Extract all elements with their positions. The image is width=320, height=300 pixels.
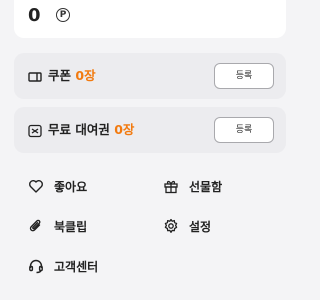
points-balance: 0 [28, 5, 41, 26]
free-rental-title: 무료 대여권 [48, 122, 110, 137]
free-rental-register-button[interactable]: 등록 [214, 117, 274, 143]
menu-likes-label: 좋아요 [54, 179, 88, 194]
menu-settings[interactable]: 설정 [163, 216, 211, 236]
free-rental-count: 0장 [114, 122, 135, 137]
menu-support[interactable]: 고객센터 [28, 256, 98, 276]
menu-gift-box[interactable]: 선물함 [163, 176, 222, 196]
heart-icon [28, 178, 44, 194]
gear-icon [163, 218, 179, 234]
headset-icon [28, 258, 44, 274]
menu-bookclip-label: 북클립 [54, 219, 88, 234]
points-unit-icon: P [56, 8, 70, 22]
points-card: 0 P [14, 0, 286, 38]
free-rental-row: 무료 대여권 0장 등록 [14, 107, 286, 153]
paperclip-icon [28, 218, 44, 234]
menu-settings-label: 설정 [189, 219, 212, 234]
menu-gift-box-label: 선물함 [189, 179, 223, 194]
coupon-row: 쿠폰 0장 등록 [14, 53, 286, 99]
coupon-title: 쿠폰 [48, 68, 72, 83]
free-rental-label: 무료 대여권 0장 [48, 121, 134, 139]
menu-bookclip[interactable]: 북클립 [28, 216, 87, 236]
coupon-icon [28, 69, 42, 83]
coupon-count: 0장 [75, 68, 96, 83]
menu-likes[interactable]: 좋아요 [28, 176, 87, 196]
coupon-label: 쿠폰 0장 [48, 67, 96, 85]
menu-support-label: 고객센터 [54, 259, 99, 274]
gift-icon [163, 178, 179, 194]
ticket-icon [28, 123, 42, 138]
coupon-register-button[interactable]: 등록 [214, 63, 274, 89]
